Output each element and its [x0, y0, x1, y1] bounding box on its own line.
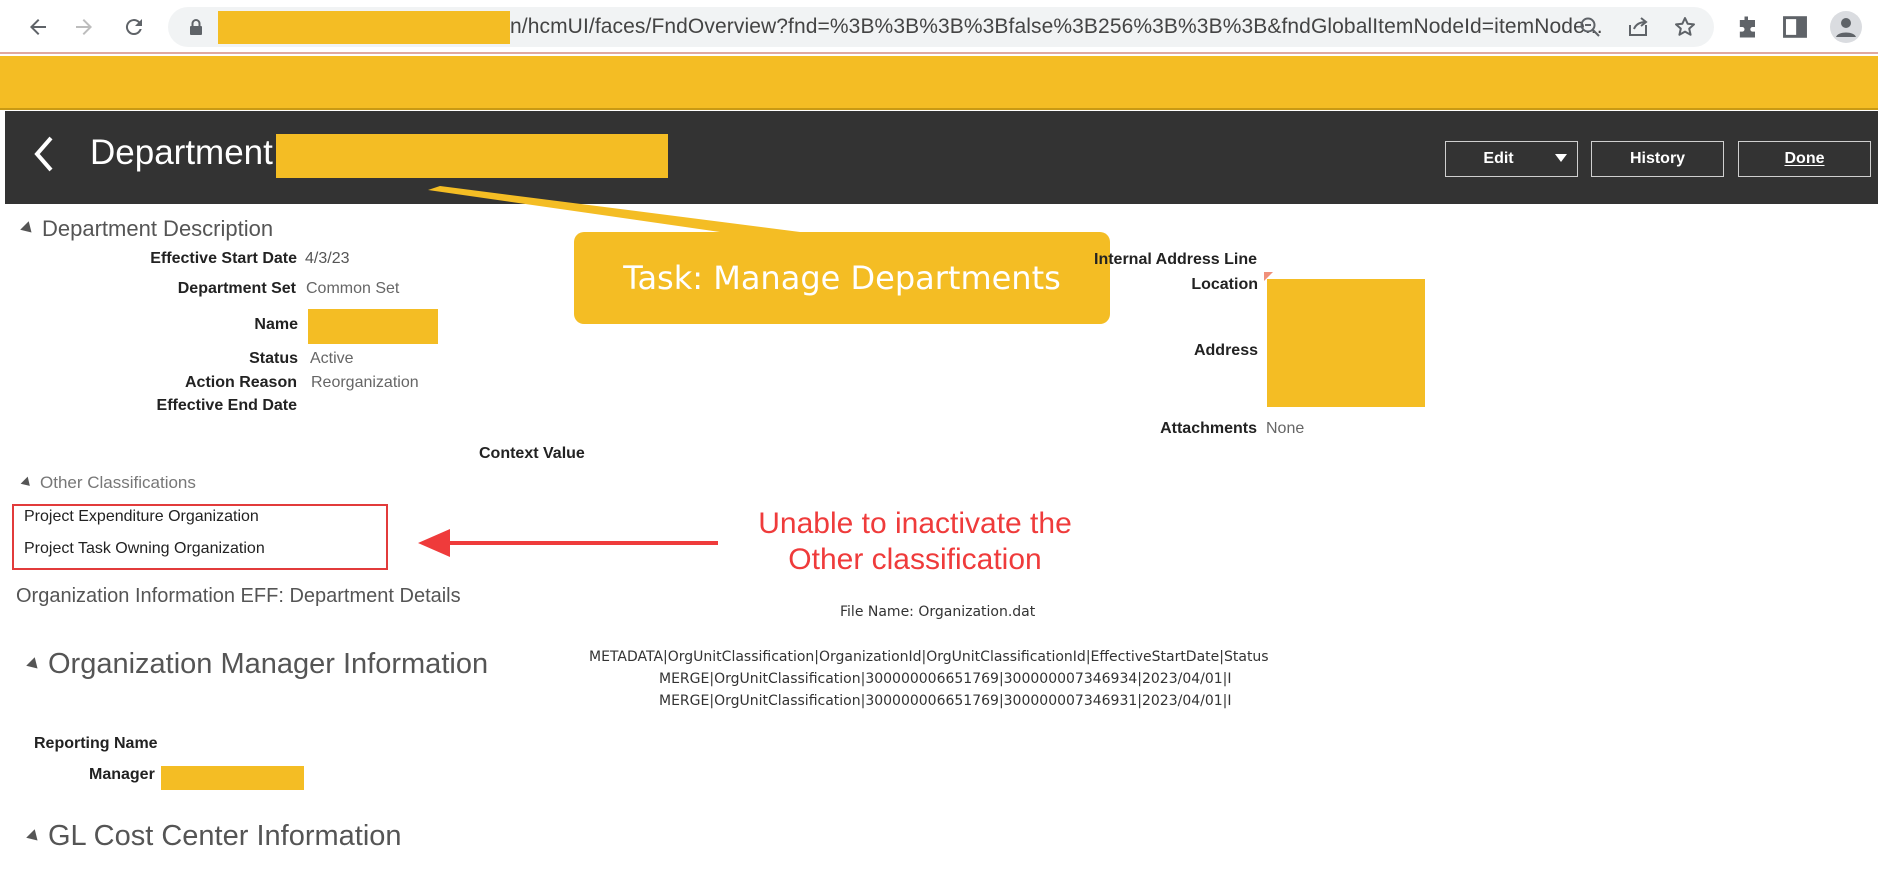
forward-arrow-icon[interactable]	[66, 9, 102, 45]
done-button[interactable]: Done	[1738, 141, 1871, 177]
file-line-merge-1: MERGE|OrgUnitClassification|300000006651…	[659, 671, 1232, 687]
location-address-redaction	[1267, 279, 1425, 407]
browser-toolbar: n/hcmUI/faces/FndOverview?fnd=%3B%3B%3B%…	[0, 0, 1878, 54]
address-label: Address	[1193, 342, 1258, 359]
department-set-label: Department Set	[177, 280, 296, 297]
org-manager-info-title: Organization Manager Information	[48, 648, 489, 680]
annotation-text: Unable to inactivate the Other classific…	[700, 506, 1130, 578]
reload-icon[interactable]	[116, 9, 152, 45]
attachments-value[interactable]: None	[1266, 420, 1304, 438]
action-reason-value: Reorganization	[311, 374, 419, 391]
history-button[interactable]: History	[1591, 141, 1724, 177]
zoom-out-icon[interactable]	[1578, 15, 1602, 39]
status-label: Status	[249, 350, 298, 367]
effective-start-date-value: 4/3/23	[305, 250, 350, 267]
status-value: Active	[310, 350, 354, 367]
file-line-merge-2: MERGE|OrgUnitClassification|300000006651…	[659, 693, 1232, 709]
department-set-value: Common Set	[306, 280, 400, 297]
other-classifications-title: Other Classifications	[40, 473, 196, 492]
classification-item[interactable]: Project Task Owning Organization	[24, 540, 265, 558]
back-arrow-icon[interactable]	[20, 9, 56, 45]
name-label: Name	[254, 316, 298, 333]
annotation-line-1: Unable to inactivate the	[758, 507, 1072, 540]
banner-redaction	[0, 56, 1878, 110]
org-info-eff-title: Organization Information EFF: Department…	[16, 585, 461, 607]
page-header: Department: Edit History Done	[5, 111, 1878, 204]
name-value-redaction	[308, 309, 438, 344]
reporting-name-label: Reporting Name	[34, 735, 158, 752]
department-description-title: Department Description	[42, 216, 274, 241]
org-manager-info-header[interactable]: Organization Manager Information	[26, 648, 489, 681]
collapse-triangle-icon[interactable]	[20, 221, 36, 237]
context-value-label: Context Value	[479, 445, 585, 462]
lock-icon[interactable]	[186, 17, 206, 37]
url-redaction	[218, 11, 510, 44]
internal-address-line-label: Internal Address Line	[1094, 251, 1257, 268]
task-callout-text: Task: Manage Departments	[623, 259, 1061, 297]
edit-button-label: Edit	[1483, 150, 1514, 167]
file-line-metadata: METADATA|OrgUnitClassification|Organizat…	[589, 649, 1269, 665]
gl-cost-center-title: GL Cost Center Information	[48, 820, 402, 852]
effective-start-date-label: Effective Start Date	[150, 250, 297, 267]
collapse-triangle-icon[interactable]	[20, 476, 34, 490]
dropdown-caret-icon[interactable]	[1555, 154, 1567, 162]
page-title: Department:	[90, 133, 283, 172]
annotation-line-2: Other classification	[788, 543, 1042, 576]
other-classifications-header[interactable]: Other Classifications	[20, 473, 196, 493]
department-name-redaction	[276, 134, 668, 178]
history-button-label: History	[1629, 150, 1686, 167]
url-text[interactable]: n/hcmUI/faces/FndOverview?fnd=%3B%3B%3B%…	[510, 15, 1603, 39]
action-reason-label: Action Reason	[184, 374, 297, 391]
collapse-triangle-icon[interactable]	[26, 828, 42, 845]
task-callout: Task: Manage Departments	[574, 232, 1110, 324]
attachments-label: Attachments	[1160, 420, 1257, 437]
share-icon[interactable]	[1626, 15, 1650, 39]
manager-label: Manager	[89, 766, 155, 783]
classification-item[interactable]: Project Expenditure Organization	[24, 508, 259, 526]
edit-button[interactable]: Edit	[1445, 141, 1578, 177]
side-panel-icon[interactable]	[1781, 13, 1809, 41]
gl-cost-center-header[interactable]: GL Cost Center Information	[26, 820, 402, 853]
address-bar[interactable]: n/hcmUI/faces/FndOverview?fnd=%3B%3B%3B%…	[168, 7, 1714, 47]
profile-icon[interactable]	[1830, 11, 1862, 43]
location-label: Location	[1191, 276, 1258, 293]
done-button-label: Done	[1784, 150, 1825, 167]
collapse-triangle-icon[interactable]	[26, 656, 42, 673]
star-icon[interactable]	[1673, 15, 1697, 39]
extensions-puzzle-icon[interactable]	[1734, 13, 1762, 41]
manager-value-redaction	[161, 766, 304, 790]
effective-end-date-label: Effective End Date	[156, 397, 297, 414]
back-chevron-icon[interactable]	[31, 134, 55, 174]
department-description-header[interactable]: Department Description	[20, 216, 274, 242]
file-name-text: File Name: Organization.dat	[840, 604, 1036, 620]
annotation-arrow	[418, 529, 718, 557]
